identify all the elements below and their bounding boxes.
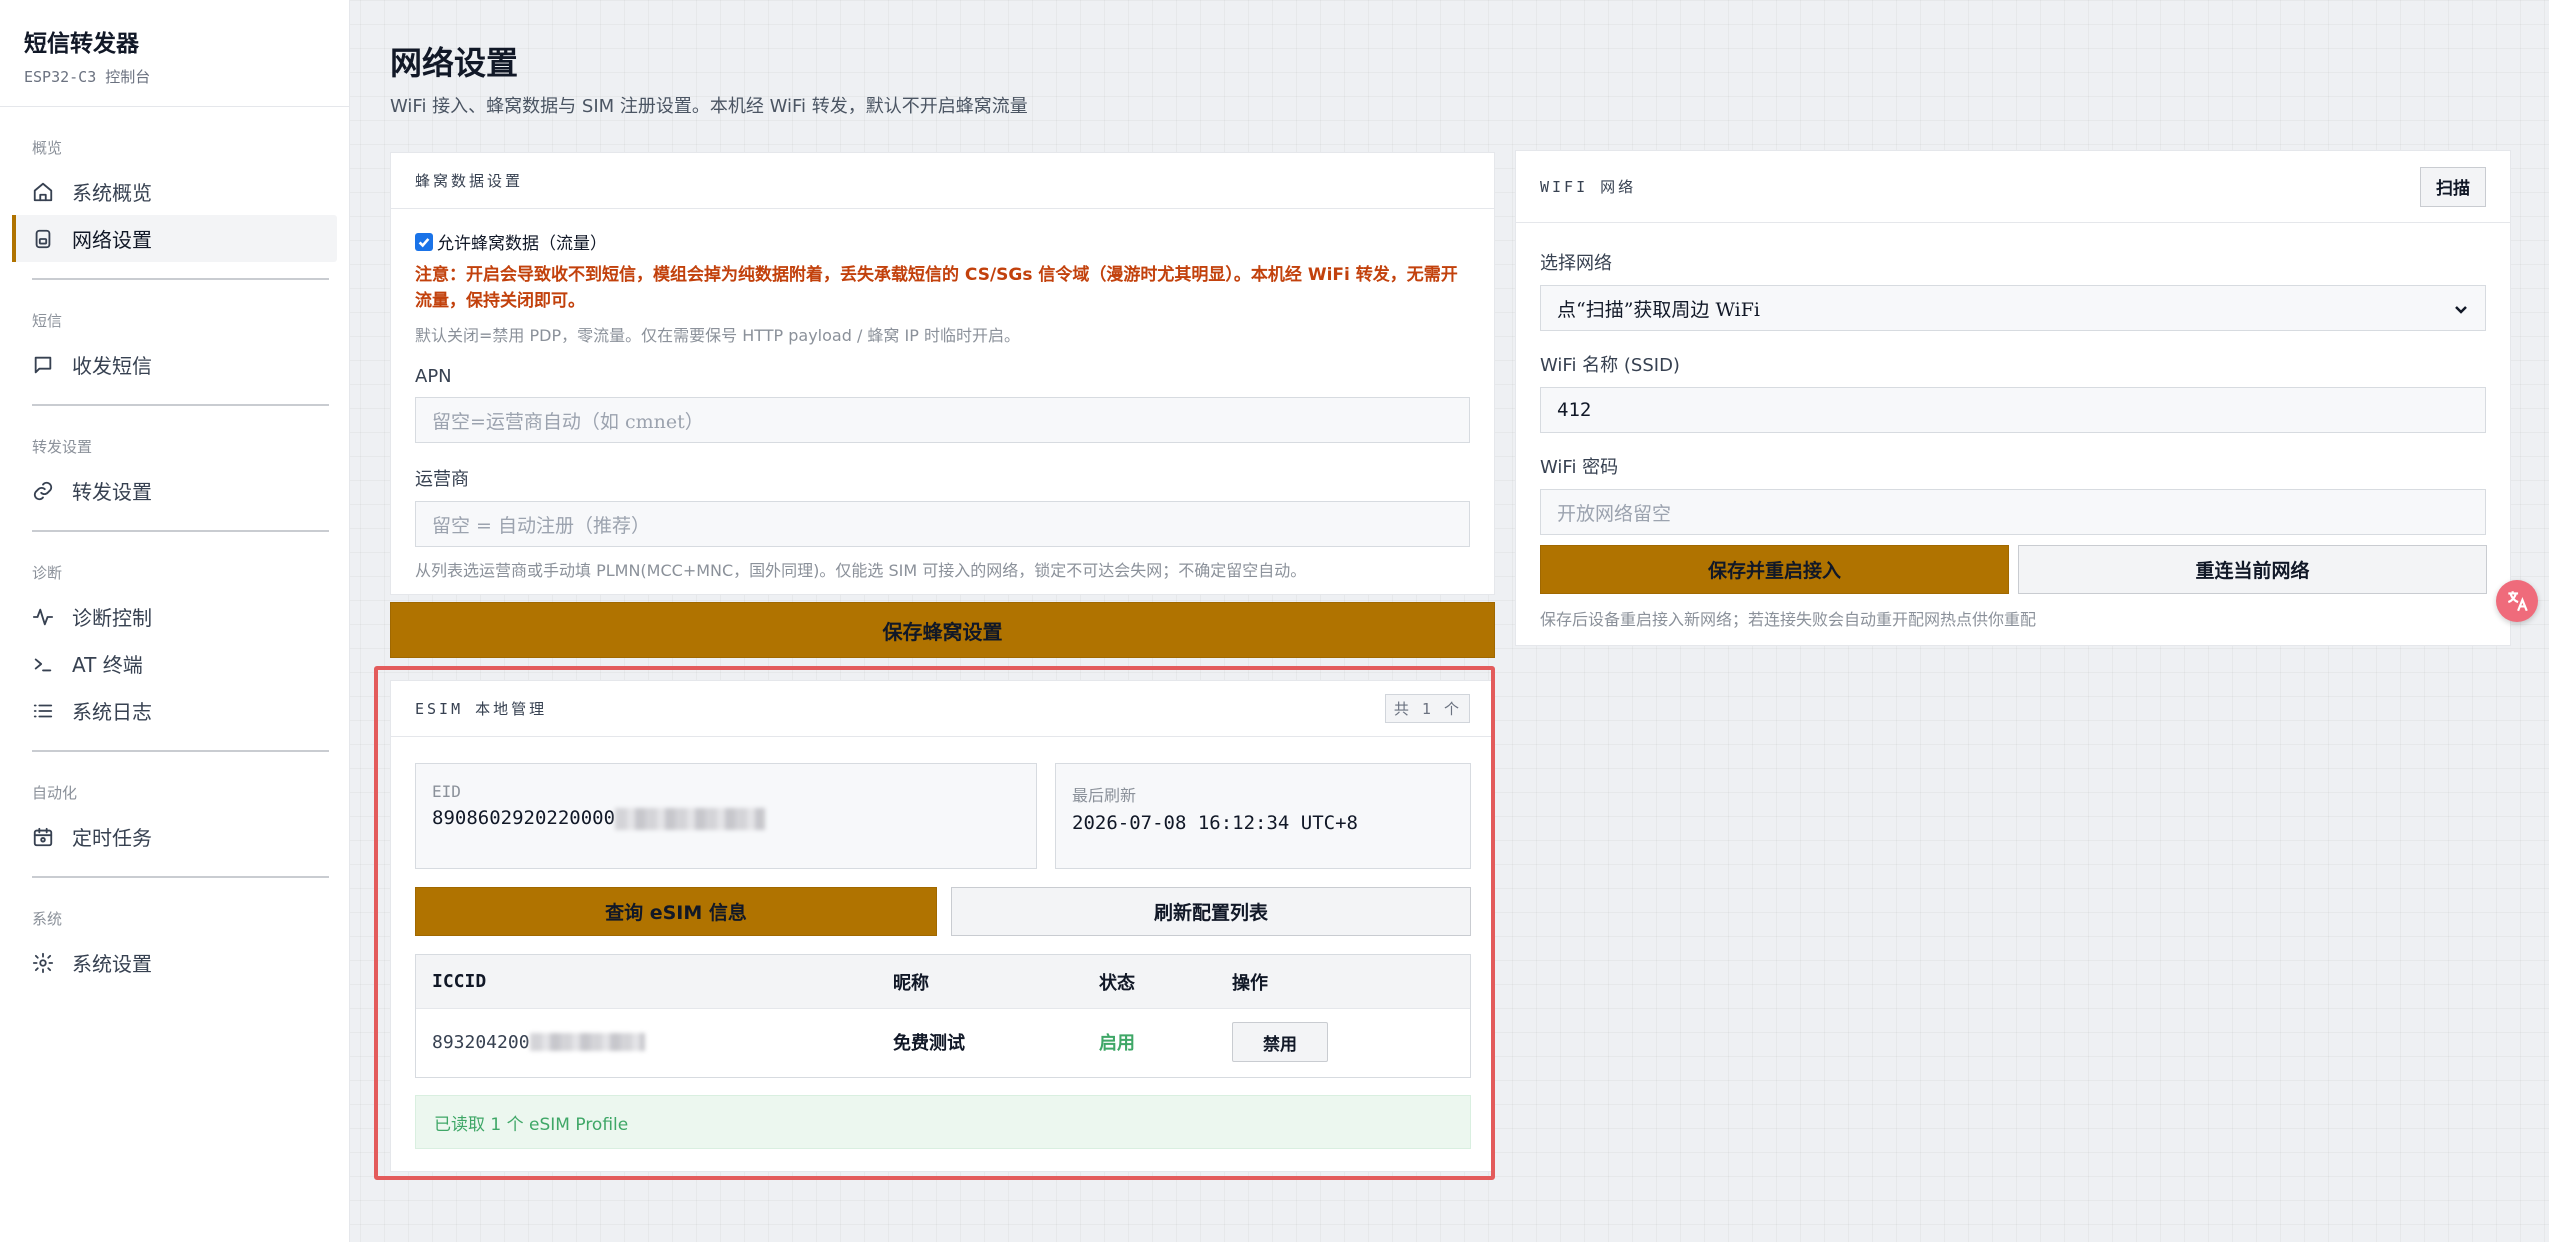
- nav-group-label: 短信: [32, 312, 63, 330]
- network-settings-icon: [32, 228, 54, 250]
- operator-placeholder: 留空 = 自动注册（推荐）: [432, 514, 650, 537]
- wifi-panel-title: WIFI 网络: [1540, 178, 1637, 196]
- home-icon: [32, 181, 54, 203]
- operator-label: 运营商: [415, 469, 469, 490]
- apn-label: APN: [415, 366, 452, 387]
- activity-icon: [32, 606, 54, 628]
- sidebar-item-overview[interactable]: 系统概览: [12, 168, 337, 215]
- apn-placeholder: 留空=运营商自动（如 cmnet）: [432, 410, 704, 433]
- sidebar-item-logs[interactable]: 系统日志: [12, 687, 337, 734]
- page-description: WiFi 接入、蜂窝数据与 SIM 注册设置。本机经 WiFi 转发，默认不开启…: [390, 96, 1028, 117]
- select-network-label: 选择网络: [1540, 253, 1612, 274]
- nav-divider: [32, 404, 329, 406]
- link-icon: [32, 480, 54, 502]
- sidebar-item-label: 系统概览: [72, 181, 152, 205]
- wifi-panel: WIFI 网络 扫描 选择网络 点“扫描”获取周边 WiFi WiFi 名称 (…: [1515, 150, 2511, 646]
- nav-group-label: 诊断: [32, 564, 63, 582]
- cellular-default-hint: 默认关闭=禁用 PDP，零流量。仅在需要保号 HTTP payload / 蜂窝…: [415, 326, 1020, 345]
- sidebar-item-label: 收发短信: [72, 354, 152, 378]
- wifi-hint: 保存后设备重启接入新网络；若连接失败会自动重开配网热点供你重配: [1540, 610, 2037, 629]
- operator-hint: 从列表选运营商或手动填 PLMN(MCC+MNC，国外同理)。仅能选 SIM 可…: [415, 561, 1307, 580]
- sidebar-item-label: 系统日志: [72, 700, 152, 724]
- ssid-label: WiFi 名称 (SSID): [1540, 355, 1680, 376]
- brand-subtitle: ESP32-C3 控制台: [24, 68, 151, 86]
- password-label: WiFi 密码: [1540, 457, 1619, 478]
- chevron-down-icon: [2453, 300, 2469, 316]
- panel-header: WIFI 网络 扫描: [1516, 151, 2510, 223]
- cellular-panel: 蜂窝数据设置 允许蜂窝数据（流量） 注意：开启会导致收不到短信，模组会掉为纯数据…: [390, 152, 1495, 595]
- page-title: 网络设置: [390, 44, 519, 82]
- sidebar-nav: 概览 系统概览 网络设置 短信 收发短信 转发设置 转发设置 诊断 诊断控制 A…: [0, 137, 349, 986]
- sidebar-item-label: 转发设置: [72, 480, 152, 504]
- network-select-value: 点“扫描”获取周边 WiFi: [1557, 298, 1760, 321]
- sidebar-item-at-terminal[interactable]: AT 终端: [12, 640, 337, 687]
- sidebar-item-label: 定时任务: [72, 826, 152, 850]
- list-icon: [32, 700, 54, 722]
- gear-icon: [32, 952, 54, 974]
- cellular-panel-title: 蜂窝数据设置: [415, 172, 524, 190]
- terminal-icon: [32, 653, 54, 675]
- save-reboot-button[interactable]: 保存并重启接入: [1540, 545, 2009, 594]
- nav-divider: [32, 530, 329, 532]
- brand: 短信转发器 ESP32-C3 控制台: [0, 0, 349, 107]
- nav-group-label: 自动化: [32, 784, 78, 802]
- scan-button[interactable]: 扫描: [2420, 166, 2486, 207]
- save-cellular-button[interactable]: 保存蜂窝设置: [390, 602, 1495, 658]
- sidebar-item-label: AT 终端: [72, 653, 143, 677]
- allow-data-checkbox[interactable]: [415, 232, 433, 251]
- nav-group-label: 系统: [32, 910, 63, 928]
- operator-input[interactable]: 留空 = 自动注册（推荐）: [415, 501, 1470, 547]
- sidebar-item-scheduled-tasks[interactable]: 定时任务: [12, 813, 337, 860]
- nav-group-label: 转发设置: [32, 438, 93, 456]
- reconnect-button[interactable]: 重连当前网络: [2018, 545, 2487, 594]
- translate-icon: [2507, 591, 2528, 612]
- sidebar-item-label: 网络设置: [72, 228, 152, 252]
- cellular-warning: 注意：开启会导致收不到短信，模组会掉为纯数据附着，丢失承载短信的 CS/SGs …: [415, 265, 1458, 311]
- calendar-icon: [32, 826, 54, 848]
- brand-title: 短信转发器: [24, 31, 139, 57]
- nav-divider: [32, 278, 329, 280]
- password-placeholder: 开放网络留空: [1557, 502, 1672, 525]
- nav-group-label: 概览: [32, 139, 63, 157]
- apn-input[interactable]: 留空=运营商自动（如 cmnet）: [415, 397, 1470, 443]
- sidebar-item-label: 诊断控制: [72, 606, 152, 630]
- sidebar-item-sms[interactable]: 收发短信: [12, 341, 337, 388]
- translate-float-button[interactable]: [2496, 580, 2538, 622]
- sidebar-item-diagnostics[interactable]: 诊断控制: [12, 593, 337, 640]
- sidebar-item-forwarding[interactable]: 转发设置: [12, 467, 337, 514]
- nav-divider: [32, 876, 329, 878]
- network-select[interactable]: 点“扫描”获取周边 WiFi: [1540, 285, 2486, 331]
- highlight-frame: [374, 666, 1495, 1180]
- panel-header: 蜂窝数据设置: [391, 153, 1494, 209]
- nav-divider: [32, 750, 329, 752]
- sidebar-item-label: 系统设置: [72, 952, 152, 976]
- sidebar-item-network[interactable]: 网络设置: [12, 215, 337, 262]
- ssid-input[interactable]: 412: [1540, 387, 2486, 433]
- ssid-value: 412: [1557, 399, 1592, 421]
- sidebar-item-system-settings[interactable]: 系统设置: [12, 939, 337, 986]
- allow-data-label: 允许蜂窝数据（流量）: [437, 234, 607, 254]
- sidebar: 短信转发器 ESP32-C3 控制台 概览 系统概览 网络设置 短信 收发短信 …: [0, 0, 350, 1242]
- password-input[interactable]: 开放网络留空: [1540, 489, 2486, 535]
- message-icon: [32, 354, 54, 376]
- allow-data-row[interactable]: 允许蜂窝数据（流量）: [415, 229, 1470, 254]
